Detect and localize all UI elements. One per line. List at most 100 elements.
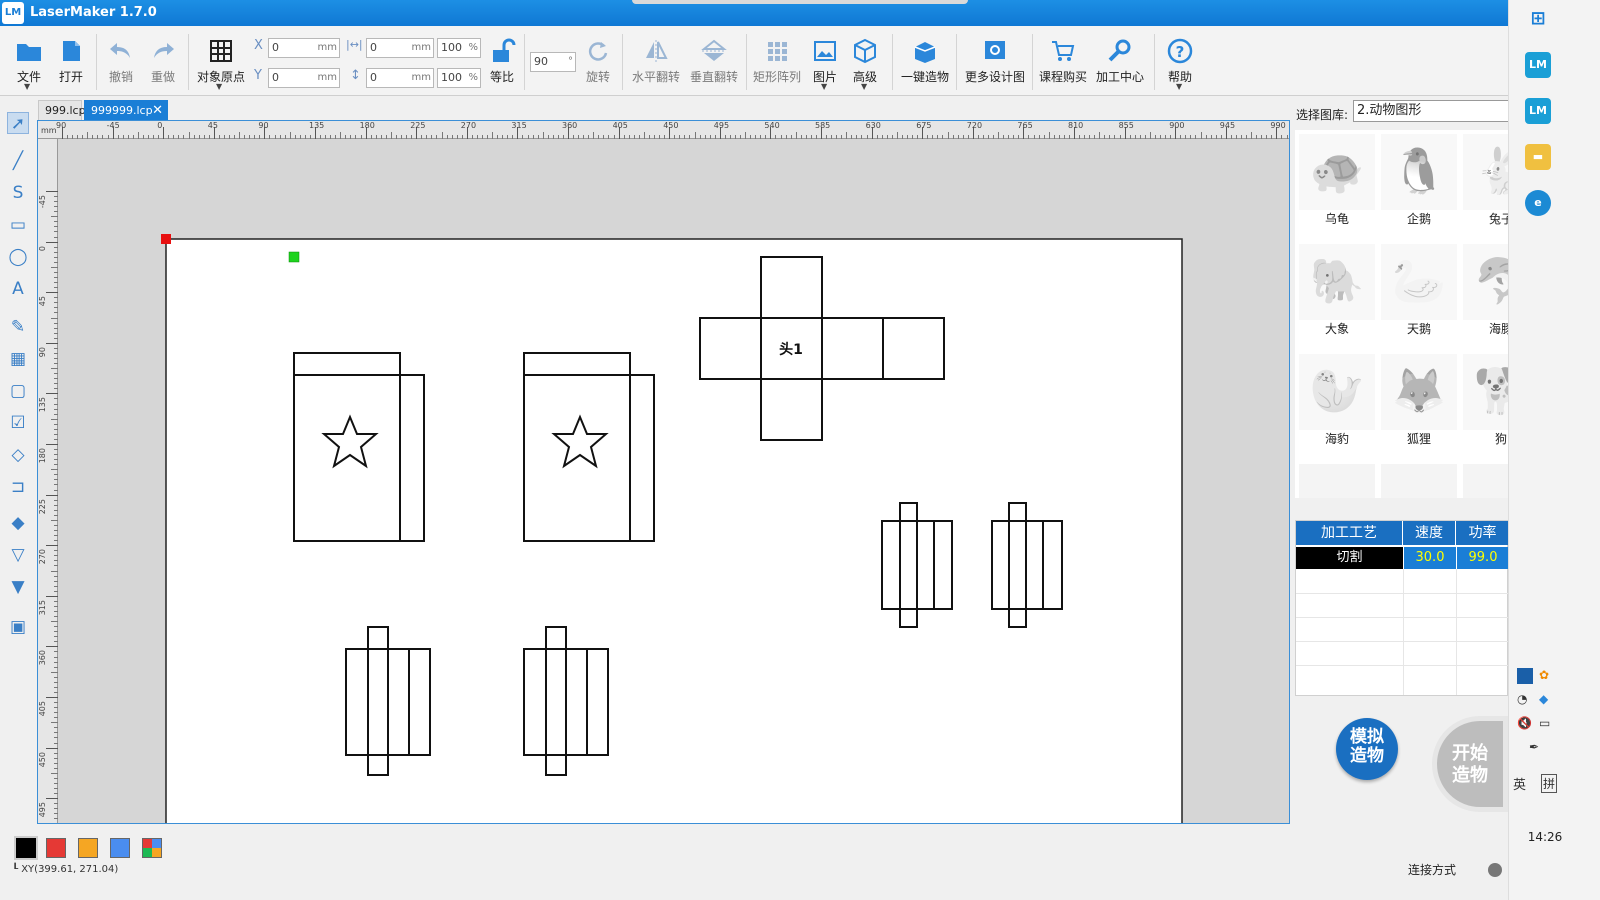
proportional-toggle[interactable]: 等比 xyxy=(484,34,520,92)
rotate-button[interactable]: 旋转 xyxy=(580,34,616,92)
object-origin-button[interactable]: 对象原点 ▼ xyxy=(192,34,250,92)
simulate-button[interactable]: 模拟 造物 xyxy=(1336,718,1398,780)
width-scale-input[interactable]: 100% xyxy=(437,38,481,58)
clock[interactable]: 14:26 xyxy=(1515,830,1575,844)
shape-thumbnail[interactable] xyxy=(1463,464,1508,498)
open-button[interactable]: 打开 xyxy=(52,34,90,92)
tab-999[interactable]: 999.lcp xyxy=(38,100,86,120)
edit-tool-icon[interactable]: ☑ xyxy=(7,412,29,434)
lasermaker-app-icon[interactable]: LM xyxy=(1525,98,1551,124)
warp-tool-icon[interactable]: ▼ xyxy=(7,576,29,598)
shape-name: 海豹 xyxy=(1324,432,1349,446)
wrench-icon xyxy=(1108,39,1131,62)
library-select[interactable]: 2.动物图形 xyxy=(1353,100,1513,122)
app-tray-icon[interactable] xyxy=(1517,668,1533,684)
vertical-ruler: -45 0 45 90 135 180 225 270 315 360 405 450 495 xyxy=(38,139,58,823)
color-swatch-multi[interactable] xyxy=(142,838,162,858)
process-cell[interactable]: 切割 xyxy=(1296,547,1403,569)
table-tool-icon[interactable]: ▦ xyxy=(7,348,29,370)
ellipse-tool-icon[interactable]: ◯ xyxy=(7,246,29,268)
window-drag-handle[interactable] xyxy=(632,0,968,4)
curve-tool-icon[interactable]: S xyxy=(7,182,29,204)
pen-tray-icon[interactable]: ✒ xyxy=(1529,740,1539,754)
tab-999999[interactable]: 999999.lcp ✕ xyxy=(84,100,168,120)
library-shape-item[interactable]: 🐕 狗 xyxy=(1459,350,1508,454)
advanced-button[interactable]: 高级 ▼ xyxy=(848,34,882,92)
file-explorer-icon[interactable]: ▬ xyxy=(1525,144,1551,170)
app-tray-icon[interactable]: ✿ xyxy=(1539,668,1549,682)
shape-thumbnail[interactable] xyxy=(1381,464,1457,498)
library-shape-item[interactable]: 🐇 兔子 xyxy=(1459,130,1508,234)
ruler-unit: mm xyxy=(41,126,57,135)
undo-button[interactable]: 撤销 xyxy=(102,34,140,92)
power-cell[interactable]: 99.0 xyxy=(1457,547,1509,569)
library-shape-item[interactable]: 🐬 海豚 xyxy=(1459,240,1508,344)
network-tray-icon[interactable]: ◔ xyxy=(1517,692,1527,706)
material-tool-icon[interactable]: ▣ xyxy=(7,616,29,638)
ruler-label: 765 xyxy=(1017,121,1033,130)
height-scale-input[interactable]: 100% xyxy=(437,68,481,88)
ime-mode[interactable]: 拼 xyxy=(1541,774,1558,793)
shape-thumbnail: 🐢 xyxy=(1299,134,1375,210)
eraser-tool-icon[interactable]: ◇ xyxy=(7,444,29,466)
fill-tool-icon[interactable]: ◆ xyxy=(7,512,29,534)
chevron-down-icon: ▼ xyxy=(861,82,868,91)
process-center-button[interactable]: 加工中心 xyxy=(1092,34,1148,92)
library-shape-item[interactable]: 🦢 天鹅 xyxy=(1377,240,1457,344)
shape-thumbnail[interactable] xyxy=(1299,464,1375,498)
file-button[interactable]: 文件 ▼ xyxy=(10,34,48,92)
lasermaker-app-icon[interactable]: LM xyxy=(1525,52,1551,78)
image-button[interactable]: 图片 ▼ xyxy=(808,34,842,92)
library-shape-item[interactable]: 🐢 乌龟 xyxy=(1295,130,1375,234)
height-input[interactable]: 0 mm xyxy=(366,68,434,88)
speed-cell[interactable]: 30.0 xyxy=(1404,547,1456,569)
anchor-handle[interactable] xyxy=(288,251,300,263)
line-tool-icon[interactable]: ╱ xyxy=(7,150,29,172)
library-shape-item[interactable]: 🦭 海豹 xyxy=(1295,350,1375,454)
canvas-svg[interactable]: 头1 xyxy=(38,121,1290,824)
vertical-flip-button[interactable]: 垂直翻转 xyxy=(686,34,742,92)
text-tool-icon[interactable]: A xyxy=(7,278,29,300)
align-tool-icon[interactable]: ⊐ xyxy=(7,476,29,498)
library-selected: 2.动物图形 xyxy=(1357,103,1422,118)
library-shape-item[interactable]: 🐧 企鹅 xyxy=(1377,130,1457,234)
display-tray-icon[interactable]: ▭ xyxy=(1539,716,1550,730)
color-swatch-orange[interactable] xyxy=(78,838,98,858)
close-icon[interactable]: ✕ xyxy=(152,101,163,121)
color-swatch-blue[interactable] xyxy=(110,838,130,858)
x-position-input[interactable]: 0 mm xyxy=(268,38,340,58)
dropbox-tray-icon[interactable]: ◆ xyxy=(1539,692,1548,706)
buy-course-button[interactable]: 课程购买 xyxy=(1036,34,1090,92)
rectangular-array-button[interactable]: 矩形阵列 xyxy=(750,34,804,92)
y-position-input[interactable]: 0 mm xyxy=(268,68,340,88)
page-tool-icon[interactable]: ▢ xyxy=(7,380,29,402)
color-swatch-red[interactable] xyxy=(46,838,66,858)
connection-status-icon[interactable] xyxy=(1488,863,1502,877)
horizontal-flip-button[interactable]: 水平翻转 xyxy=(628,34,684,92)
gradient-tool-icon[interactable]: ▽ xyxy=(7,544,29,566)
more-designs-button[interactable]: 更多设计图 xyxy=(962,34,1028,92)
width-scale-pct: % xyxy=(468,42,478,53)
ruler-tick xyxy=(46,646,58,648)
one-click-make-button[interactable]: 一键造物 xyxy=(898,34,952,92)
library-shape-item[interactable]: 🐘 大象 xyxy=(1295,240,1375,344)
redo-button[interactable]: 重做 xyxy=(144,34,182,92)
width-input[interactable]: 0 mm xyxy=(366,38,434,58)
edge-browser-icon[interactable]: e xyxy=(1525,190,1551,216)
library-shape-item[interactable]: 🦊 狐狸 xyxy=(1377,350,1457,454)
color-swatch-black[interactable] xyxy=(14,836,38,860)
text-mark[interactable]: 头1 xyxy=(779,341,803,358)
ime-language[interactable]: 英 xyxy=(1513,774,1526,793)
start-button[interactable]: 开始 造物 xyxy=(1432,716,1508,812)
design-canvas[interactable]: 头1 mm 90 -45 0 45 90 135 180 225 270 315 360 405 450 4… xyxy=(37,120,1290,824)
ruler-label: 90 xyxy=(38,346,47,357)
rotate-angle-input[interactable]: 90 ° xyxy=(530,52,576,72)
chevron-down-icon: ▼ xyxy=(216,82,223,91)
volume-muted-icon[interactable]: 🔇 xyxy=(1517,716,1532,730)
measure-tool-icon[interactable]: ✎ xyxy=(7,316,29,338)
select-tool-icon[interactable]: ➚ xyxy=(7,112,29,134)
origin-handle[interactable] xyxy=(161,234,171,244)
rectangle-tool-icon[interactable]: ▭ xyxy=(7,214,29,236)
windows-start-icon[interactable]: ⊞ xyxy=(1525,6,1551,32)
help-button[interactable]: ? 帮助 ▼ xyxy=(1162,34,1198,92)
